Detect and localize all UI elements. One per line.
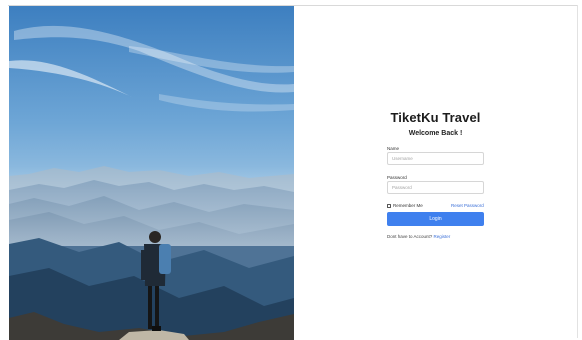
welcome-heading: Welcome Back ! [408, 130, 463, 137]
app-window: TiketKu Travel Welcome Back ! Name Passw… [0, 0, 582, 340]
login-panel: TiketKu Travel Welcome Back ! Name Passw… [294, 6, 577, 340]
username-input[interactable] [387, 152, 484, 165]
mountain-landscape-illustration [9, 6, 294, 340]
window-divider [577, 5, 578, 338]
register-prompt-text: Dont have to Account? [387, 234, 433, 239]
remember-me-checkbox[interactable]: Remember Me [387, 203, 423, 208]
reset-password-link[interactable]: Reset Password [451, 203, 484, 208]
brand-title: TiketKu Travel [390, 110, 481, 125]
hero-image [9, 6, 294, 340]
password-label: Password [387, 175, 407, 180]
checkbox-icon[interactable] [387, 203, 391, 208]
register-link[interactable]: Register [434, 234, 451, 239]
password-input[interactable] [387, 181, 484, 194]
name-label: Name [387, 146, 400, 151]
remember-me-label: Remember Me [393, 203, 423, 208]
login-button[interactable]: Login [387, 212, 484, 226]
register-prompt-row: Dont have to Account? Register [387, 234, 450, 239]
